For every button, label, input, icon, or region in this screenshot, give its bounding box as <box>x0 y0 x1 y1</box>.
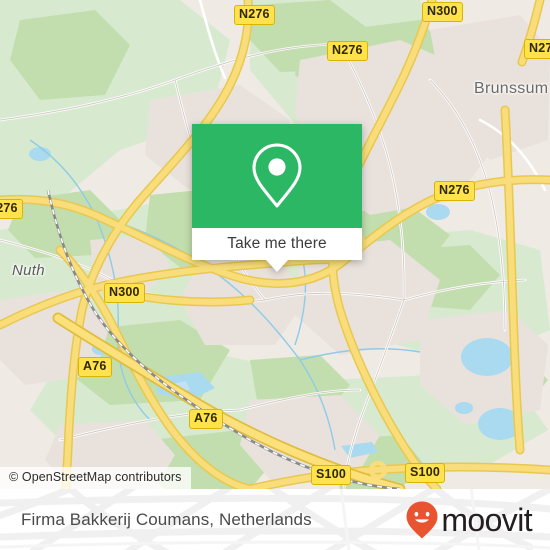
road-shield: S100 <box>311 465 351 485</box>
road-shield-label: A76 <box>189 409 223 429</box>
footer-bar: Firma Bakkerij Coumans, Netherlands moov… <box>0 489 550 550</box>
road-shield: A76 <box>189 409 223 429</box>
road-shield: A76 <box>78 357 112 377</box>
road-shield-label: N276 <box>234 5 275 25</box>
map-pin-icon <box>252 143 302 208</box>
road-shield-label: S100 <box>311 465 351 485</box>
road-shield: N276 <box>434 181 475 201</box>
moovit-brand[interactable]: moovit <box>405 500 533 540</box>
road-shield: N276 <box>524 39 550 59</box>
osm-attribution[interactable]: © OpenStreetMap contributors <box>0 467 191 489</box>
callout-tail <box>266 260 288 272</box>
road-shield: N300 <box>104 283 145 303</box>
road-shield-label: N276 <box>0 199 23 219</box>
road-shield: N300 <box>422 2 463 22</box>
moovit-place-map-screen: Brunssum Nuth N276 N300 N276 N276 N276 N… <box>0 0 550 550</box>
take-me-there-button[interactable]: Take me there <box>192 228 362 272</box>
road-shield-label: N276 <box>434 181 475 201</box>
road-shield-label: N276 <box>524 39 550 59</box>
road-shield: N276 <box>327 41 368 61</box>
moovit-wordmark: moovit <box>441 501 532 538</box>
card-icon-area <box>192 124 362 228</box>
road-shield-label: S100 <box>405 463 445 483</box>
map-place-label-brunssum: Brunssum <box>474 80 549 97</box>
road-shield: S100 <box>405 463 445 483</box>
moovit-pin-smile-icon <box>406 501 438 538</box>
map-place-label-nuth: Nuth <box>12 262 45 279</box>
road-shield-label: N300 <box>422 2 463 22</box>
place-title: Firma Bakkerij Coumans, Netherlands <box>21 509 312 529</box>
road-shield-label: N300 <box>104 283 145 303</box>
road-shield: N276 <box>234 5 275 25</box>
road-shield-label: A76 <box>78 357 112 377</box>
road-shield-label: N276 <box>327 41 368 61</box>
place-callout-card[interactable]: Take me there <box>192 124 362 272</box>
take-me-there-label: Take me there <box>227 235 327 252</box>
road-shield: N276 <box>0 199 23 219</box>
